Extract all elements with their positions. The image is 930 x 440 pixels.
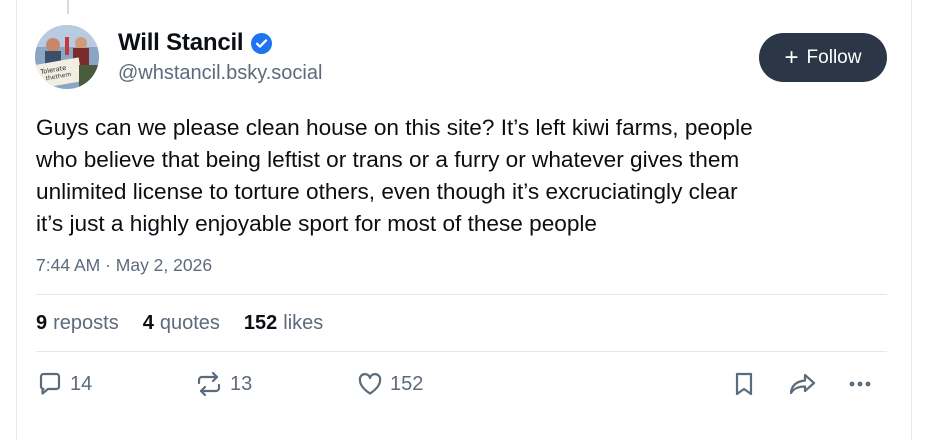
follow-button[interactable]: + Follow [759, 33, 887, 82]
quotes-label: quotes [159, 312, 220, 334]
repost-count: 13 [230, 372, 253, 395]
likes-stat[interactable]: 152 likes [244, 312, 323, 335]
reposts-label: reposts [53, 312, 119, 334]
share-button[interactable] [788, 370, 818, 398]
more-icon [849, 381, 871, 387]
thread-line [67, 0, 69, 14]
repost-button[interactable]: 13 [194, 370, 252, 398]
avatar-image: Tolerate the them [35, 25, 99, 89]
action-bar: 14 13 152 [0, 370, 930, 410]
display-name[interactable]: Will Stancil [118, 29, 244, 57]
like-count: 152 [390, 372, 424, 395]
author-block: Will Stancil @whstancil.bsky.social [118, 28, 322, 85]
repost-icon [197, 371, 221, 397]
quotes-stat[interactable]: 4 quotes [143, 312, 220, 335]
author-handle[interactable]: @whstancil.bsky.social [118, 62, 322, 85]
follow-label: Follow [806, 46, 862, 68]
bookmark-icon [735, 372, 753, 396]
avatar[interactable]: Tolerate the them [35, 25, 99, 89]
reply-button[interactable]: 14 [36, 370, 92, 398]
likes-count: 152 [243, 312, 278, 334]
verified-badge-icon [251, 32, 273, 54]
divider [36, 294, 887, 295]
display-name-row: Will Stancil [118, 28, 322, 58]
plus-icon: + [784, 43, 799, 71]
post-text: Guys can we please clean house on this s… [36, 115, 753, 236]
bookmark-button[interactable] [730, 370, 758, 398]
reposts-stat[interactable]: 9 reposts [36, 312, 119, 335]
likes-label: likes [283, 312, 324, 334]
more-options-button[interactable] [846, 370, 874, 398]
post-timestamp[interactable]: 7:44 AM · May 2, 2026 [36, 255, 212, 276]
engagement-stats: 9 reposts 4 quotes 152 likes [36, 312, 347, 335]
reposts-count: 9 [36, 312, 48, 334]
heart-icon [358, 373, 382, 395]
divider [36, 351, 887, 352]
reply-icon [39, 372, 61, 395]
reply-count: 14 [70, 372, 93, 395]
share-icon [789, 373, 816, 395]
quotes-count: 4 [142, 312, 154, 334]
like-button[interactable]: 152 [356, 370, 423, 398]
